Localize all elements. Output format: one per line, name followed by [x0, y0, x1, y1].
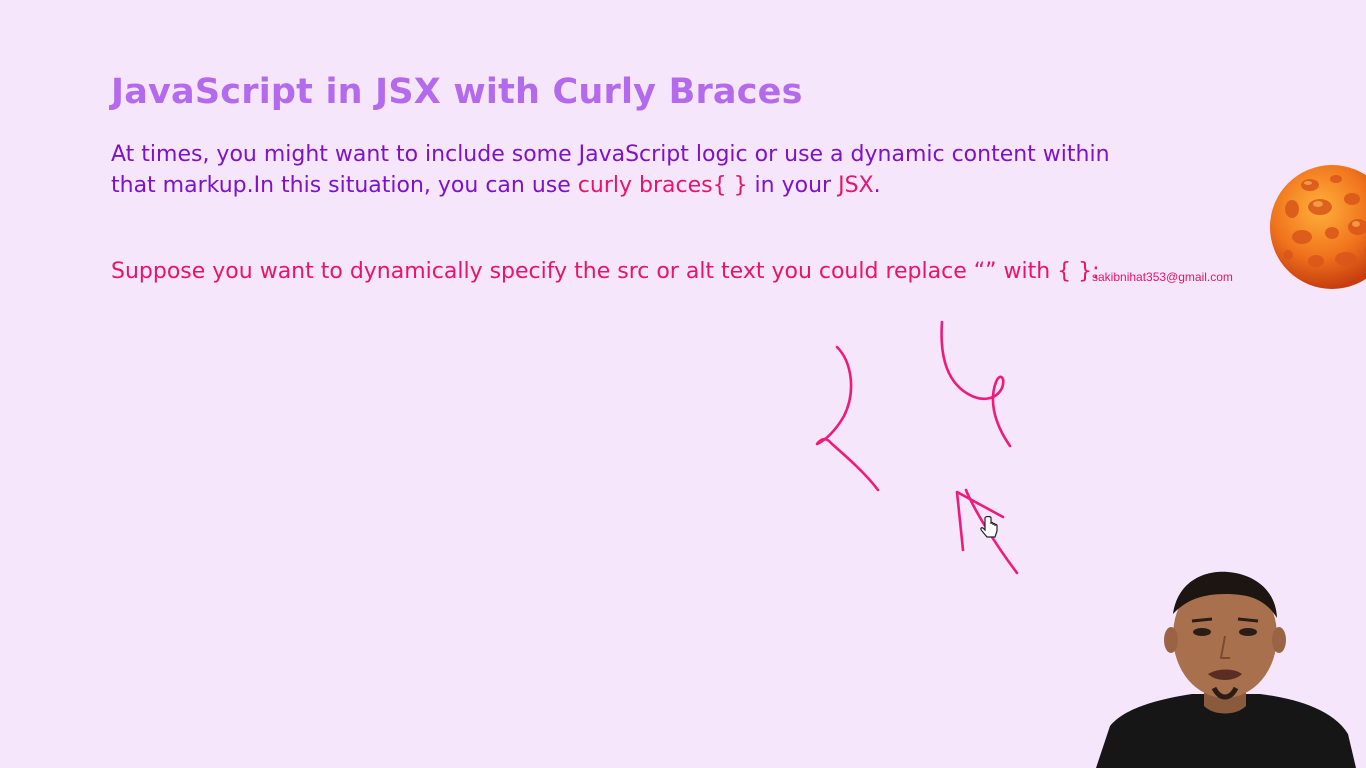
intro-paragraph: At times, you might want to include some… [111, 139, 1271, 201]
slide-title: JavaScript in JSX with Curly Braces [111, 72, 803, 112]
dynamic-src-note: Suppose you want to dynamically specify … [111, 259, 1100, 284]
intro-line-2-middle: in your [747, 173, 839, 198]
intro-line-2-end: . [873, 173, 881, 198]
intro-line-2-start: that markup.In this situation, you can u… [111, 173, 578, 198]
drawn-right-brace [940, 320, 1012, 448]
presentation-slide: JavaScript in JSX with Curly Braces At t… [0, 0, 1366, 768]
presenter-webcam [1096, 571, 1356, 768]
hand-cursor-icon [980, 516, 998, 538]
highlight-curly-braces: curly braces{ } [577, 173, 748, 198]
drawn-left-brace [815, 345, 880, 492]
intro-line-1: At times, you might want to include some… [111, 142, 1110, 167]
planet-icon [1270, 165, 1366, 289]
email-watermark: sakibnihat353@gmail.com [1092, 270, 1233, 284]
highlight-jsx: JSX [838, 173, 874, 198]
